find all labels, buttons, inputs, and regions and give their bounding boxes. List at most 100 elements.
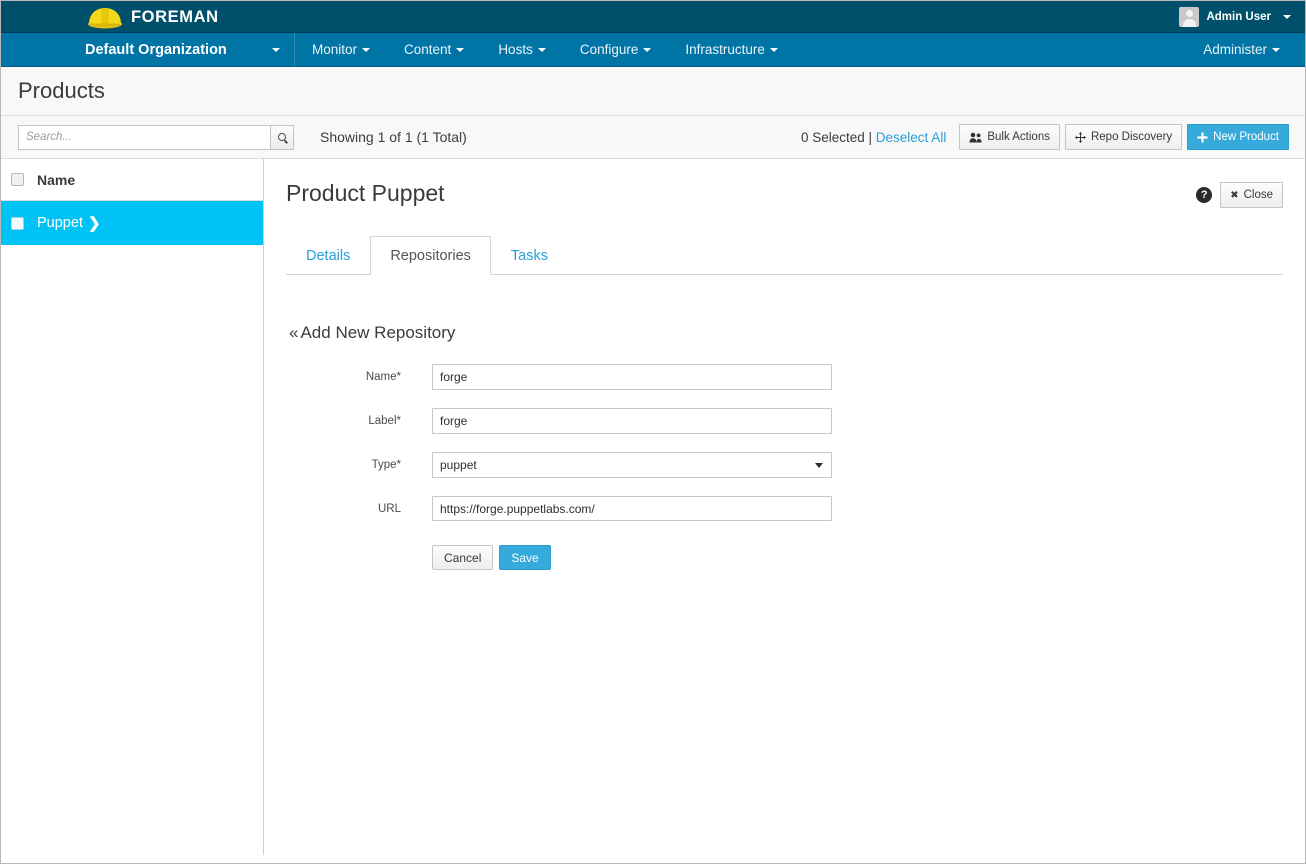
bulk-actions-button[interactable]: Bulk Actions <box>959 124 1060 150</box>
search-group <box>18 124 294 150</box>
row-checkbox[interactable] <box>11 216 24 230</box>
chevron-down-icon <box>769 47 778 52</box>
nav-label: Infrastructure <box>685 42 765 57</box>
chevron-down-icon <box>362 47 371 52</box>
brand-logo[interactable]: FOREMAN <box>85 1 219 33</box>
new-product-button[interactable]: New Product <box>1187 124 1289 150</box>
detail-tabs: Details Repositories Tasks <box>286 235 1283 275</box>
magnifier-icon <box>278 133 286 141</box>
new-product-label: New Product <box>1213 131 1279 143</box>
search-button[interactable] <box>270 124 294 150</box>
chevron-down-icon <box>1272 47 1280 52</box>
back-chevron-icon[interactable]: « <box>289 323 298 342</box>
nav-item-hosts[interactable]: Hosts <box>481 33 563 66</box>
nav-label: Configure <box>579 42 639 57</box>
nav-item-content[interactable]: Content <box>387 33 481 66</box>
form-row-label: Label* <box>289 408 1283 434</box>
app-window: FOREMAN Admin User Default Organization … <box>0 0 1306 864</box>
url-label: URL <box>377 502 401 515</box>
user-menu[interactable]: Admin User <box>1179 6 1305 27</box>
showing-count: Showing 1 of 1 (1 Total) <box>320 129 467 145</box>
nav-label: Monitor <box>312 42 358 57</box>
chevron-down-icon <box>537 47 546 52</box>
main-navigation: Default Organization Monitor Content Hos… <box>1 33 1305 67</box>
form-heading: «Add New Repository <box>289 323 1283 343</box>
type-select[interactable]: puppet <box>432 452 832 478</box>
nav-label: Hosts <box>498 42 533 57</box>
close-x-icon: ✖ <box>1230 189 1239 201</box>
tab-label: Repositories <box>390 247 471 264</box>
tab-tasks[interactable]: Tasks <box>491 236 568 275</box>
tab-details[interactable]: Details <box>286 236 370 275</box>
add-repository-form: «Add New Repository Name* Label* Type* p… <box>286 323 1283 570</box>
type-label: Type* <box>371 459 401 471</box>
nav-items: Monitor Content Hosts Configure Infrastr… <box>295 33 795 66</box>
nav-item-monitor[interactable]: Monitor <box>295 33 387 66</box>
toolbar-actions: 0 Selected | Deselect All Bulk Actions R… <box>801 124 1289 150</box>
list-item[interactable]: Puppet ❯ <box>1 201 263 245</box>
product-detail-panel: Product Puppet ? ✖ Close Details Reposit… <box>264 159 1305 855</box>
nav-label: Administer <box>1203 42 1267 57</box>
chevron-down-icon <box>643 47 652 52</box>
selection-status: 0 Selected | Deselect All <box>801 130 946 145</box>
save-button[interactable]: Save <box>499 545 551 570</box>
products-list-header: Name <box>1 159 263 201</box>
name-field[interactable] <box>432 364 832 390</box>
repo-discovery-button[interactable]: Repo Discovery <box>1064 124 1183 150</box>
avatar-icon <box>1179 6 1200 27</box>
name-label: Name* <box>365 371 401 383</box>
form-row-name: Name* <box>289 364 1283 390</box>
help-icon[interactable]: ? <box>1196 187 1213 203</box>
form-row-type: Type* puppet <box>289 452 1283 478</box>
chevron-down-icon <box>272 47 280 52</box>
content-area: Name Puppet ❯ Product Puppet ? ✖ Close D… <box>1 159 1305 855</box>
nav-right: Administer <box>1186 33 1305 66</box>
save-label: Save <box>511 550 539 565</box>
tab-repositories[interactable]: Repositories <box>370 236 491 275</box>
products-sidebar: Name Puppet ❯ <box>1 159 264 855</box>
nav-item-infrastructure[interactable]: Infrastructure <box>668 33 795 66</box>
close-label: Close <box>1243 189 1273 201</box>
close-button[interactable]: ✖ Close <box>1220 182 1283 208</box>
select-all-checkbox[interactable] <box>11 173 24 186</box>
chevron-down-icon <box>456 47 465 52</box>
toolbar: Showing 1 of 1 (1 Total) 0 Selected | De… <box>1 116 1305 159</box>
type-select-wrap: puppet <box>432 452 832 478</box>
org-switcher[interactable]: Default Organization <box>85 33 295 66</box>
column-header-name: Name <box>37 171 76 188</box>
search-input[interactable] <box>18 124 270 150</box>
org-name: Default Organization <box>85 41 227 58</box>
top-header-bar: FOREMAN Admin User <box>1 1 1305 33</box>
cancel-label: Cancel <box>444 550 482 565</box>
chevron-right-icon: ❯ <box>87 214 101 232</box>
page-title-bar: Products <box>1 67 1305 116</box>
form-actions: Cancel Save <box>432 545 1283 570</box>
nav-label: Content <box>404 42 452 57</box>
selected-count: 0 Selected | <box>800 129 873 145</box>
deselect-all-link[interactable]: Deselect All <box>876 130 947 145</box>
detail-header-actions: ? ✖ Close <box>1196 177 1283 208</box>
label-field[interactable] <box>432 408 832 434</box>
tab-label: Tasks <box>510 248 548 264</box>
chevron-down-icon <box>1283 14 1291 19</box>
cancel-button[interactable]: Cancel <box>432 545 494 570</box>
product-name: Puppet <box>37 215 83 231</box>
url-field[interactable] <box>432 496 832 521</box>
page-title: Products <box>18 78 105 103</box>
label-label: Label* <box>368 415 401 427</box>
form-row-url: URL <box>289 496 1283 521</box>
bulk-actions-label: Bulk Actions <box>987 131 1050 143</box>
detail-title: Product Puppet <box>286 180 445 206</box>
hardhat-icon <box>85 3 125 31</box>
nav-item-administer[interactable]: Administer <box>1186 33 1297 66</box>
brand-name: FOREMAN <box>131 7 219 26</box>
user-name: Admin User <box>1206 10 1271 23</box>
detail-header: Product Puppet ? ✖ Close <box>286 177 1283 208</box>
repo-discovery-label: Repo Discovery <box>1090 131 1173 143</box>
move-icon <box>1074 131 1086 143</box>
tab-label: Details <box>306 248 351 264</box>
users-icon <box>969 132 983 142</box>
nav-item-configure[interactable]: Configure <box>563 33 669 66</box>
form-heading-label: Add New Repository <box>300 323 456 342</box>
plus-icon <box>1197 132 1208 142</box>
